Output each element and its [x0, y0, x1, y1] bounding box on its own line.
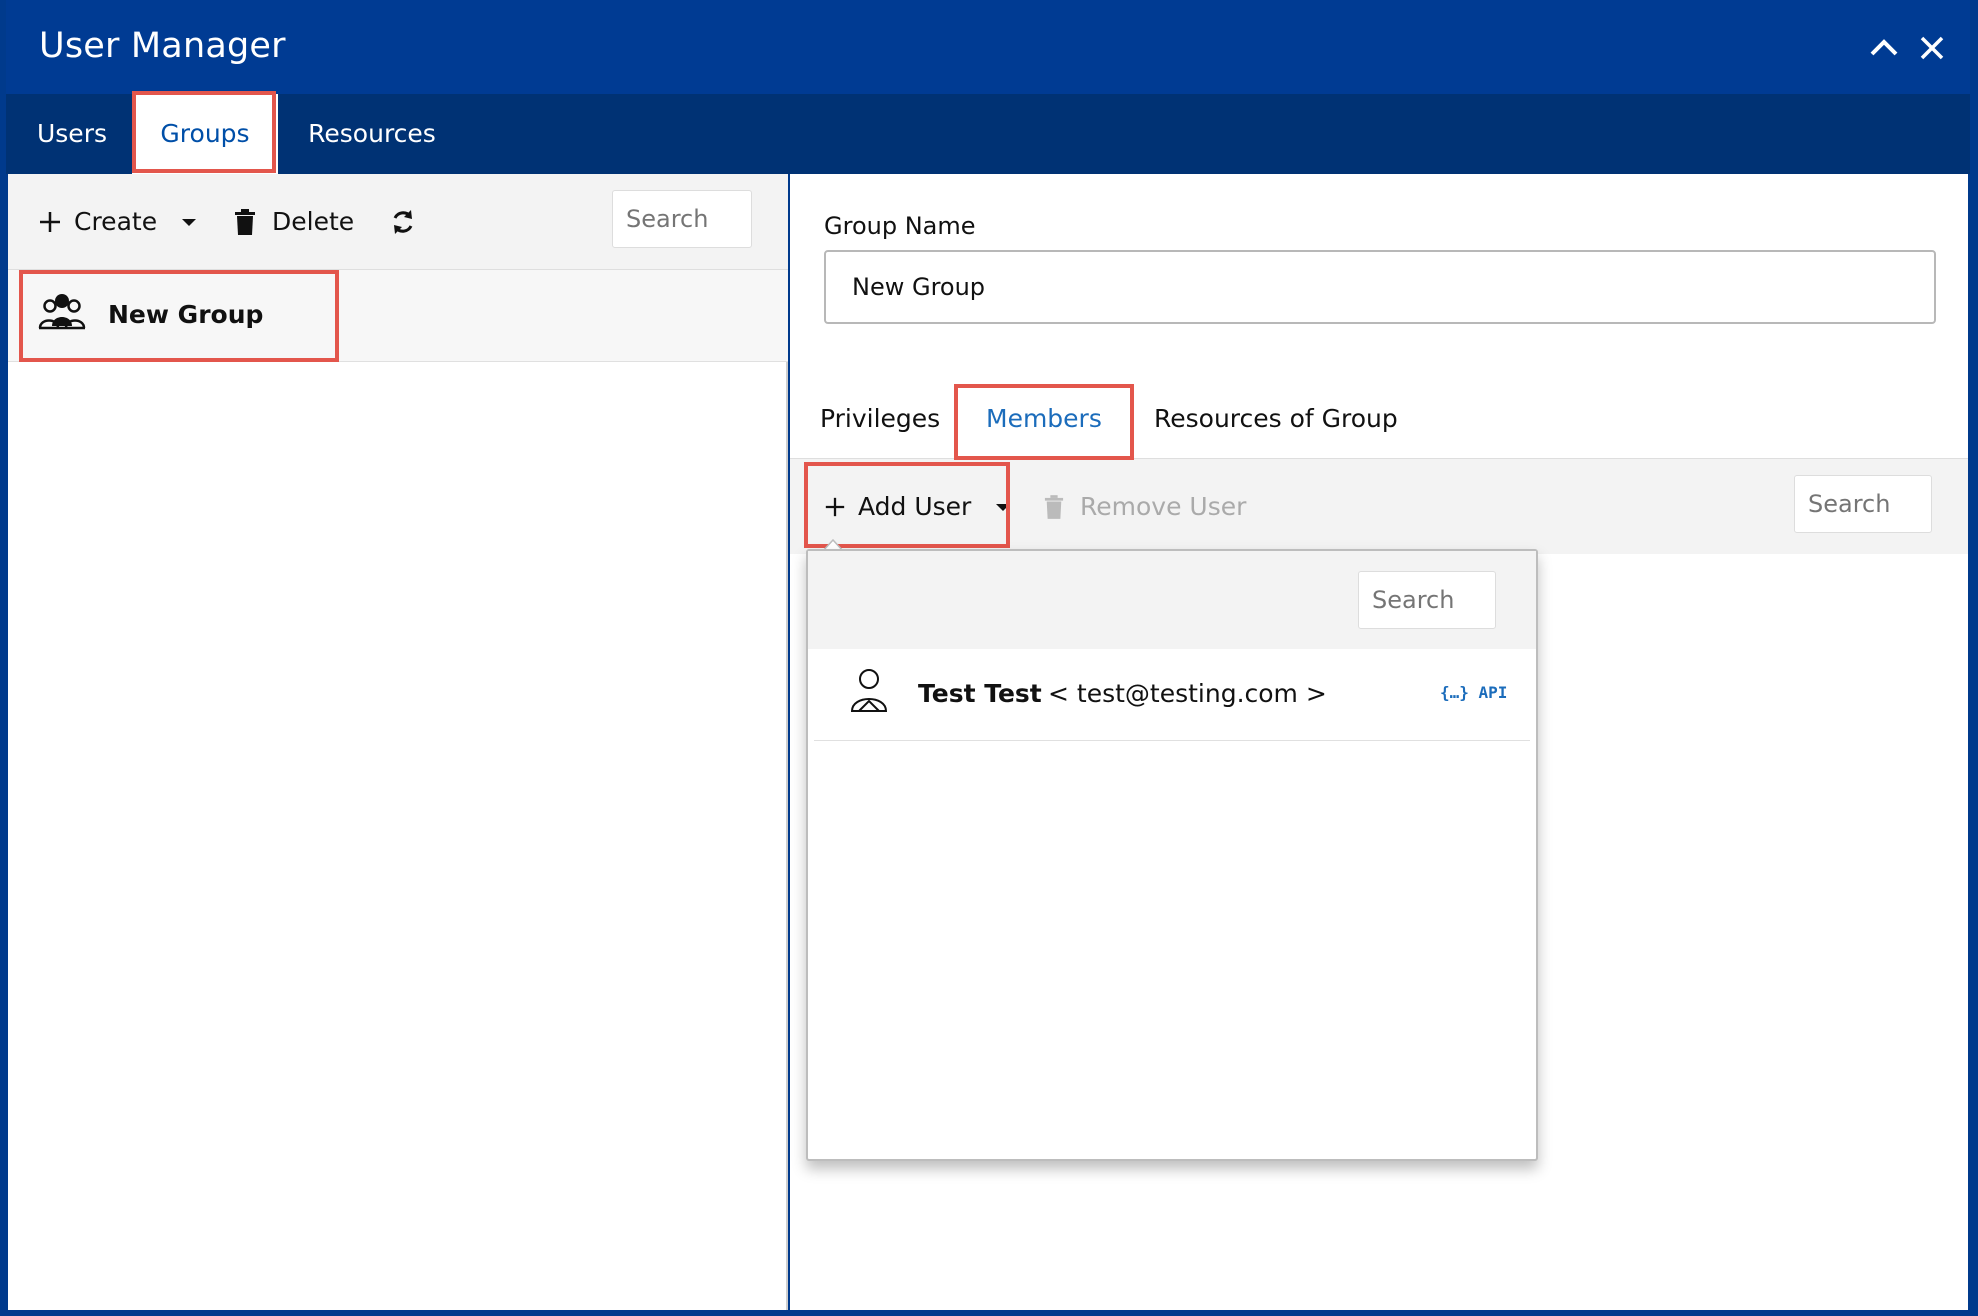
delete-label: Delete	[272, 207, 355, 236]
tab-groups[interactable]: Groups	[132, 94, 278, 174]
window-title: User Manager	[39, 26, 286, 66]
add-user-dropdown: Test Test < test@testing.com > {…} API	[806, 549, 1538, 1161]
plus-icon	[825, 497, 845, 517]
group-name-label: Group Name	[824, 212, 976, 240]
groups-list-panel: Create Delete Search New Group	[8, 174, 788, 1310]
dropdown-search-input[interactable]	[1358, 571, 1496, 629]
create-button[interactable]: Create	[38, 198, 199, 246]
tab-users[interactable]: Users	[22, 94, 122, 174]
user-manager-window: User Manager Users Groups Resources Crea…	[0, 0, 1978, 1316]
close-icon	[1920, 36, 1944, 60]
tab-privileges[interactable]: Privileges	[820, 404, 940, 433]
user-list-item[interactable]: Test Test < test@testing.com > {…} API	[814, 649, 1530, 741]
delete-button[interactable]: Delete	[234, 198, 354, 246]
groups-search-input[interactable]	[612, 190, 752, 248]
user-name: Test Test	[918, 679, 1042, 708]
caret-down-icon[interactable]	[179, 212, 199, 232]
api-badge: {…} API	[1440, 683, 1508, 702]
close-button[interactable]	[1912, 28, 1952, 68]
group-icon	[38, 294, 86, 330]
refresh-icon	[393, 210, 413, 234]
main-tab-bar: Users Groups Resources	[6, 94, 1970, 174]
dropdown-search-bar	[808, 551, 1536, 649]
tab-resources-of-group[interactable]: Resources of Group	[1154, 404, 1398, 433]
create-label: Create	[74, 207, 158, 236]
remove-user-button[interactable]: Remove User	[1044, 483, 1246, 531]
trash-icon	[235, 209, 255, 235]
chevron-up-icon	[1870, 39, 1898, 56]
title-bar: User Manager	[6, 0, 1970, 94]
add-user-button[interactable]: Add User	[824, 483, 1013, 531]
user-icon	[850, 669, 888, 712]
groups-toolbar: Create Delete	[8, 174, 788, 270]
add-user-label: Add User	[858, 492, 972, 521]
group-list-item[interactable]: New Group	[8, 270, 788, 362]
user-email: < test@testing.com >	[1048, 679, 1327, 708]
tab-resources[interactable]: Resources	[292, 94, 452, 174]
trash-icon	[1044, 495, 1064, 519]
refresh-button[interactable]	[388, 198, 418, 246]
members-toolbar: Add User Remove User	[790, 458, 1968, 554]
collapse-button[interactable]	[1864, 28, 1904, 68]
group-name-label: New Group	[108, 300, 264, 329]
group-name-field[interactable]	[824, 250, 1936, 324]
remove-user-label: Remove User	[1080, 492, 1247, 521]
caret-down-icon[interactable]	[993, 497, 1013, 517]
plus-icon	[40, 212, 60, 232]
members-search-input[interactable]	[1794, 475, 1932, 533]
tab-members[interactable]: Members	[986, 404, 1102, 433]
